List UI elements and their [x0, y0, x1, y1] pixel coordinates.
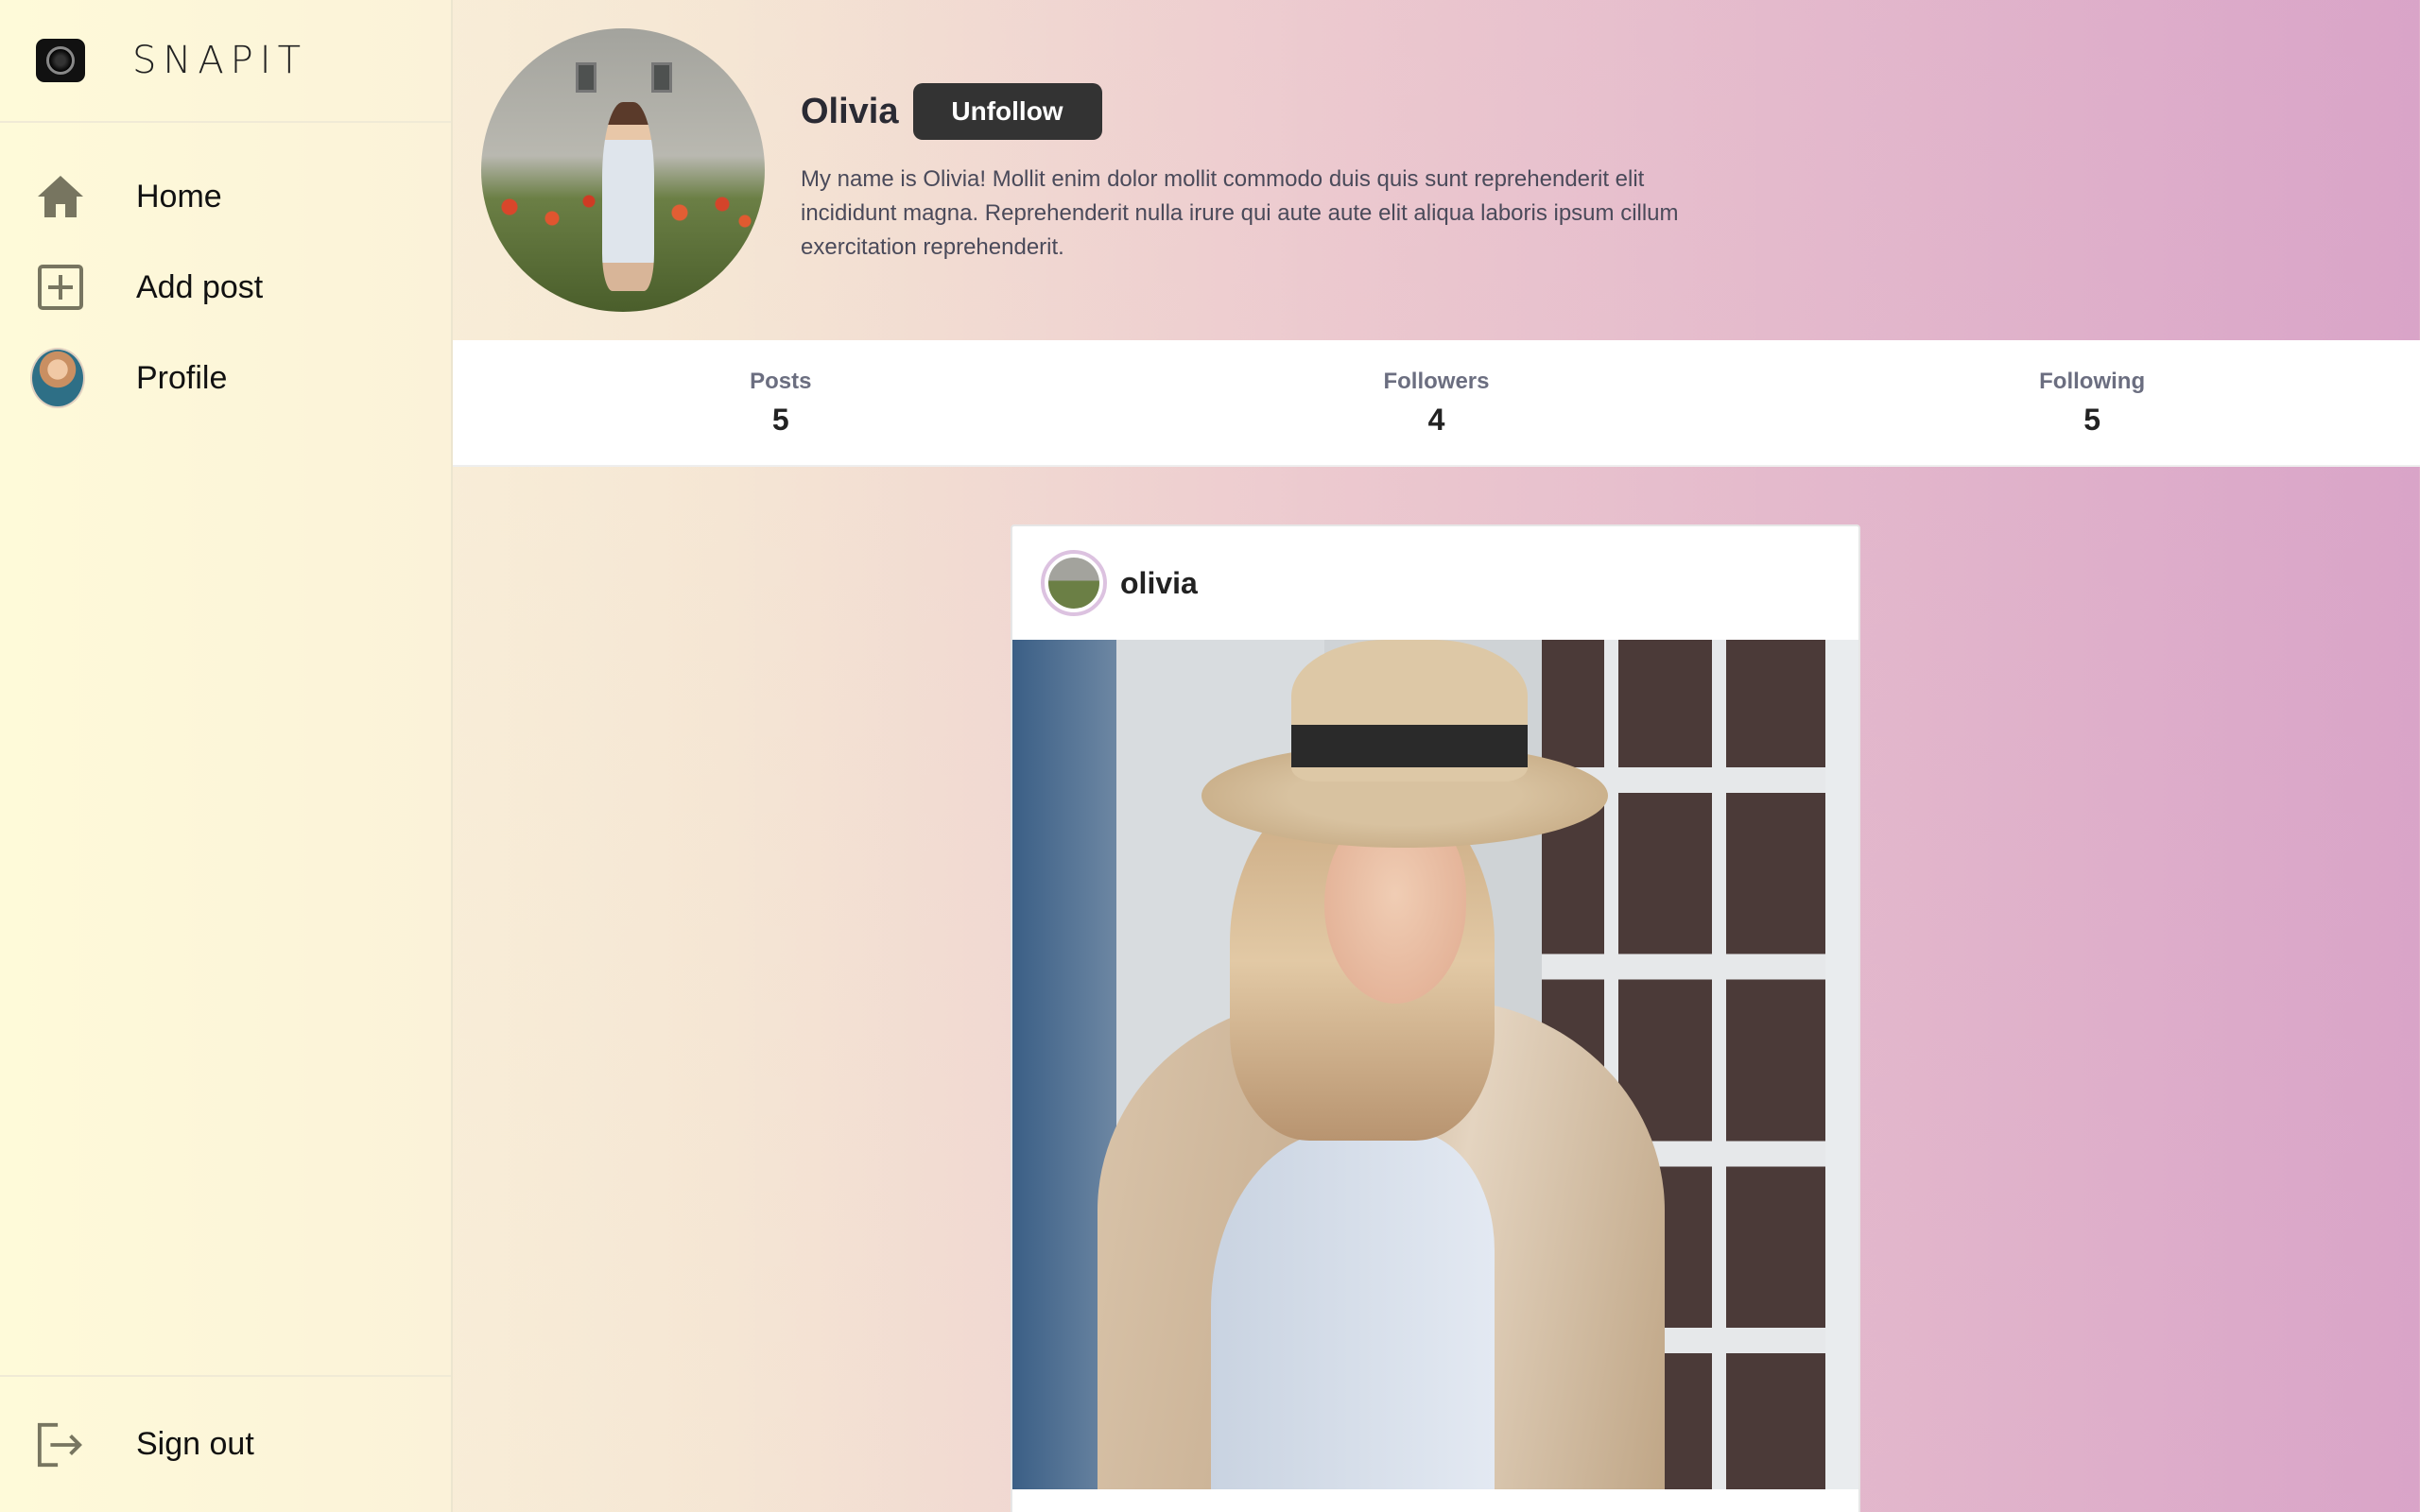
sidebar-item-profile[interactable]: Profile — [0, 333, 451, 423]
profile-stats: Posts 5 Followers 4 Following 5 — [453, 340, 2420, 467]
sidebar-item-add-post[interactable]: Add post — [0, 242, 451, 333]
sign-out-icon — [36, 1420, 85, 1469]
stat-value: 4 — [1427, 402, 1445, 437]
avatar — [30, 348, 85, 408]
sidebar-nav: Home Add post Profile — [0, 123, 451, 423]
stat-posts[interactable]: Posts 5 — [453, 340, 1109, 465]
stat-followers[interactable]: Followers 4 — [1109, 340, 1765, 465]
add-square-icon — [36, 263, 85, 312]
sidebar-item-label: Add post — [136, 268, 264, 305]
stat-label: Posts — [750, 368, 812, 394]
stat-label: Following — [2039, 368, 2146, 394]
profile-name-row: Olivia Unfollow — [801, 83, 1102, 140]
post-avatar[interactable] — [1041, 550, 1107, 616]
post-header: olivia — [1012, 526, 1858, 640]
sign-out-label: Sign out — [136, 1426, 254, 1462]
profile-header: Olivia Unfollow My name is Olivia! Molli… — [453, 0, 2420, 340]
sidebar-item-home[interactable]: Home — [0, 151, 451, 242]
stat-value: 5 — [771, 402, 789, 437]
unfollow-button[interactable]: Unfollow — [912, 83, 1102, 140]
stat-value: 5 — [2083, 402, 2101, 437]
home-icon — [36, 172, 85, 221]
brand-name: SNAPIT — [132, 39, 308, 82]
camera-icon — [36, 39, 85, 82]
post-username[interactable]: olivia — [1120, 566, 1198, 601]
sidebar-item-label: Profile — [136, 359, 228, 396]
post-image[interactable] — [1012, 640, 1858, 1489]
sign-out-button[interactable]: Sign out — [0, 1375, 451, 1512]
sidebar-item-label: Home — [136, 178, 222, 215]
stat-label: Followers — [1383, 368, 1490, 394]
profile-bio: My name is Olivia! Mollit enim dolor mol… — [801, 166, 1679, 260]
post-card: olivia — [1011, 524, 1860, 1512]
profile-photo — [481, 28, 765, 312]
profile-name: Olivia — [801, 91, 899, 131]
sidebar: SNAPIT Home Add post Profile Sign out — [0, 0, 453, 1512]
stat-following[interactable]: Following 5 — [1764, 340, 2420, 465]
brand[interactable]: SNAPIT — [0, 0, 451, 123]
